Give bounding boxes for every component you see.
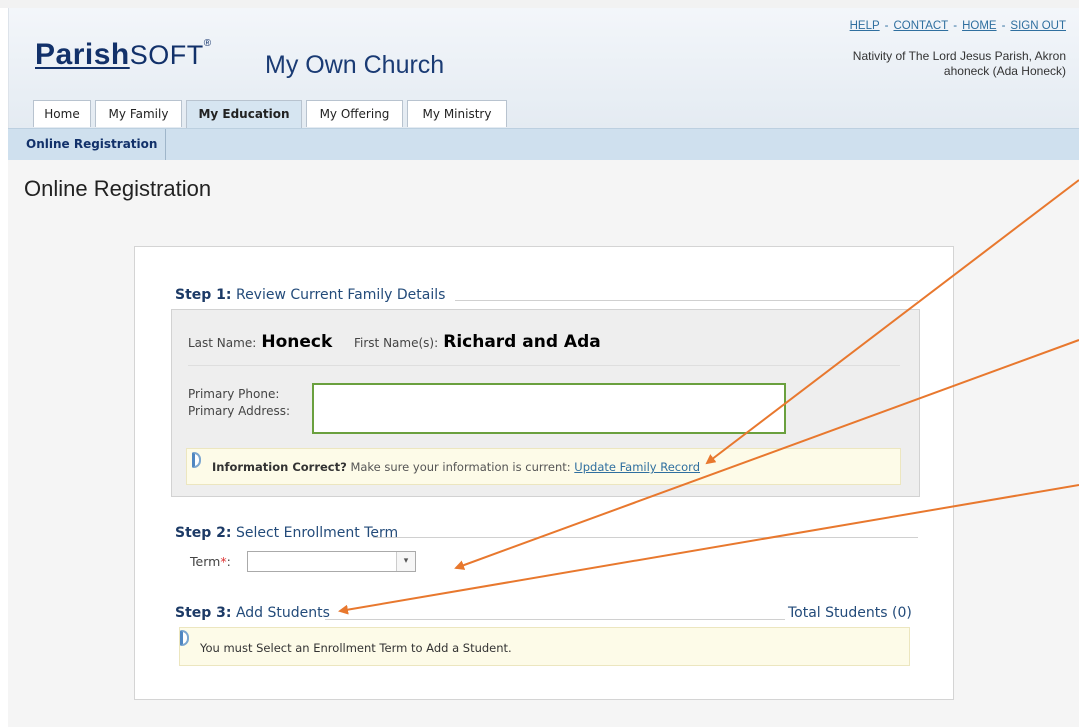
sign-out-link[interactable]: SIGN OUT [1010, 20, 1066, 32]
contact-link[interactable]: CONTACT [893, 20, 948, 32]
step1-heading: Step 1: Review Current Family Details [175, 287, 445, 303]
step1-title: Review Current Family Details [235, 287, 446, 303]
help-link[interactable]: HELP [850, 20, 880, 32]
step3-label: Step 3: [175, 605, 232, 621]
parish-name: Nativity of The Lord Jesus Parish, Akron [852, 49, 1066, 63]
redacted-contact-box [312, 383, 786, 434]
total-students: Total Students (0) [788, 605, 912, 621]
tab-my-offering[interactable]: My Offering [306, 100, 403, 127]
top-links: HELP - CONTACT - HOME - SIGN OUT [850, 20, 1066, 32]
step3-heading: Step 3: Add Students [175, 605, 330, 621]
tab-my-ministry[interactable]: My Ministry [407, 100, 507, 127]
primary-phone-label: Primary Phone: [188, 387, 280, 401]
main-content: Online Registration Step 1: Review Curre… [8, 160, 1079, 727]
home-link[interactable]: HOME [962, 20, 997, 32]
page-title: Online Registration [24, 176, 212, 201]
header: ParishSOFT® My Own Church HELP - CONTACT - H… [8, 8, 1079, 128]
registration-panel: Step 1: Review Current Family Details La… [134, 246, 954, 700]
step2-title: Select Enrollment Term [235, 525, 399, 541]
first-names-label: First Name(s): [354, 336, 439, 350]
last-name-label: Last Name: [188, 336, 257, 350]
term-required-text: You must Select an Enrollment Term to Ad… [200, 641, 512, 655]
term-label-text: Term [190, 554, 221, 569]
info-correct-bold: Information Correct? [212, 460, 347, 474]
term-label: Term*: [190, 554, 231, 569]
step2-label: Step 2: [175, 525, 232, 541]
logo-part2: SOFT [129, 40, 204, 70]
chevron-down-icon[interactable]: ▾ [396, 552, 415, 571]
link-separator: - [1001, 20, 1006, 32]
link-separator: - [953, 20, 958, 32]
step3-title: Add Students [235, 605, 330, 621]
tab-my-family[interactable]: My Family [95, 100, 182, 127]
primary-address-label: Primary Address: [188, 404, 291, 418]
first-names-value: Richard and Ada [443, 332, 601, 352]
parishsoft-logo[interactable]: ParishSOFT® [35, 38, 212, 72]
sub-navigation: Online Registration [8, 128, 1079, 160]
info-correct-message: Make sure your information is current: [350, 460, 571, 474]
family-divider [188, 365, 900, 366]
term-colon: : [226, 554, 231, 569]
info-icon [192, 452, 201, 468]
logo-part1: Parish [35, 38, 130, 71]
term-select[interactable]: ▾ [247, 551, 416, 572]
info-correct-notice: Information Correct? Make sure your info… [186, 448, 901, 485]
info-icon [180, 630, 189, 646]
parish-info: Nativity of The Lord Jesus Parish, Akron… [853, 49, 1066, 79]
tab-my-education[interactable]: My Education [186, 100, 302, 128]
family-details-box: Last Name: Honeck First Name(s): Richard… [171, 309, 920, 497]
last-name-row: Last Name: Honeck [188, 332, 332, 352]
logo-mark: ® [203, 38, 212, 49]
tab-home[interactable]: Home [33, 100, 91, 127]
current-user: ahoneck (Ada Honeck) [943, 64, 1066, 78]
info-correct-text: Information Correct? Make sure your info… [212, 460, 700, 474]
term-required-notice: You must Select an Enrollment Term to Ad… [179, 627, 910, 666]
top-strip [0, 0, 1079, 8]
step1-label: Step 1: [175, 287, 232, 303]
step2-heading: Step 2: Select Enrollment Term [175, 525, 398, 541]
last-name-value: Honeck [261, 332, 333, 352]
first-name-row: First Name(s): Richard and Ada [354, 332, 601, 352]
step2-divider [373, 537, 918, 538]
step3-divider [325, 619, 785, 620]
subnav-online-registration[interactable]: Online Registration [26, 129, 167, 160]
update-family-record-link[interactable]: Update Family Record [574, 460, 700, 474]
link-separator: - [884, 20, 889, 32]
step1-divider [455, 300, 918, 301]
church-name: My Own Church [265, 51, 445, 79]
